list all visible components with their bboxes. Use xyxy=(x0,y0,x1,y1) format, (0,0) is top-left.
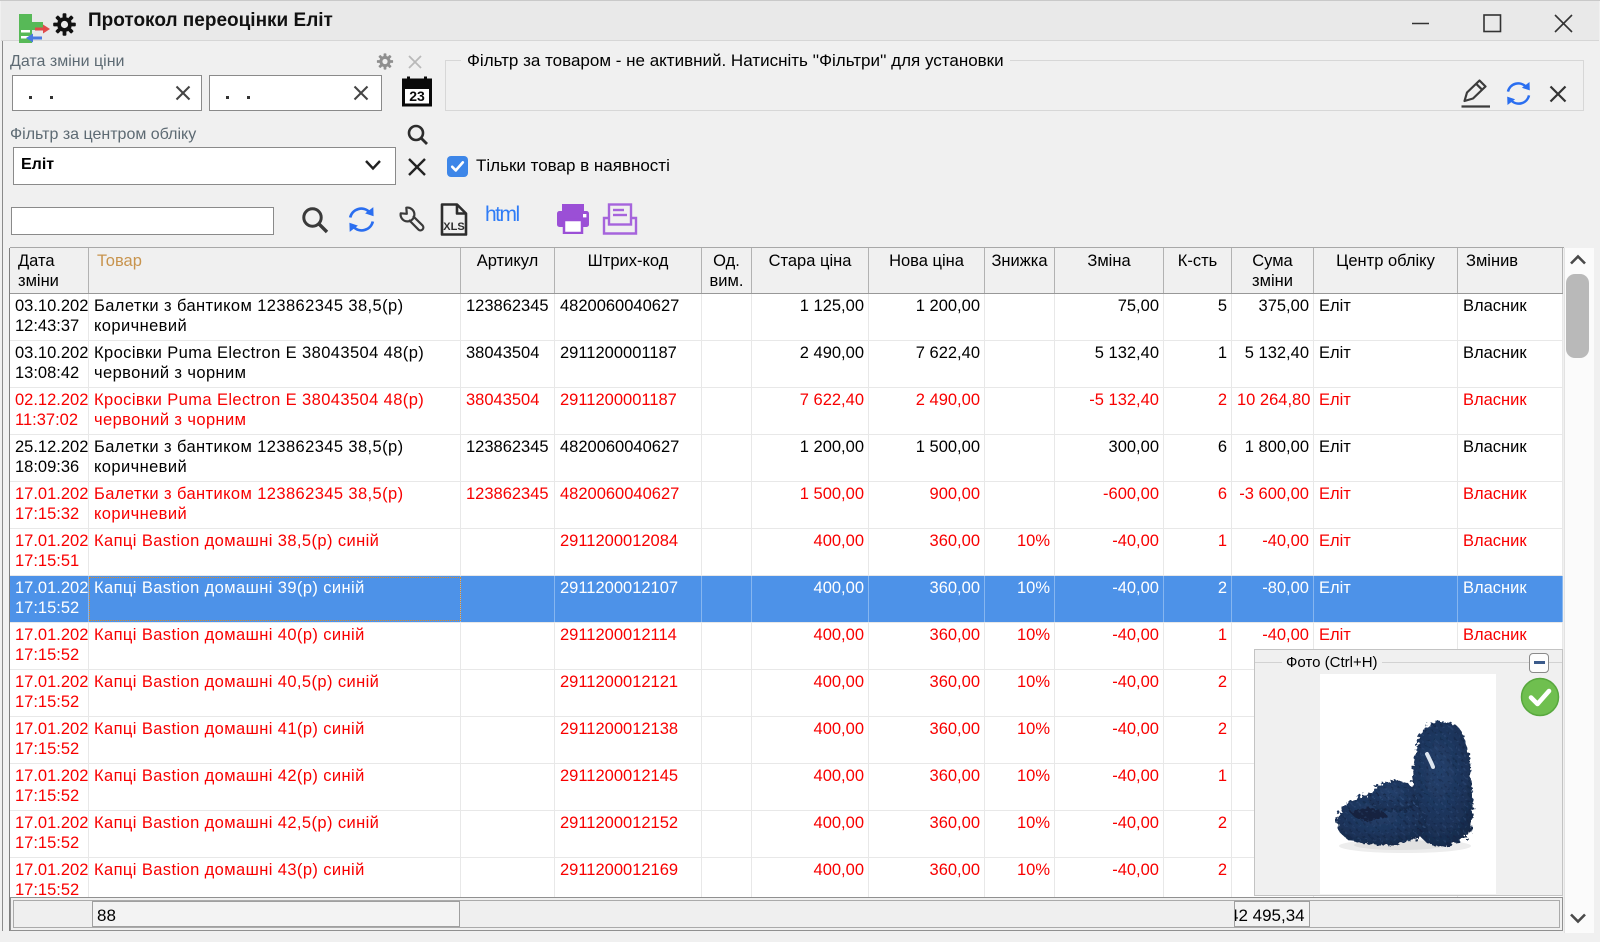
svg-text:XLS: XLS xyxy=(443,221,464,233)
svg-text:23: 23 xyxy=(409,88,425,104)
